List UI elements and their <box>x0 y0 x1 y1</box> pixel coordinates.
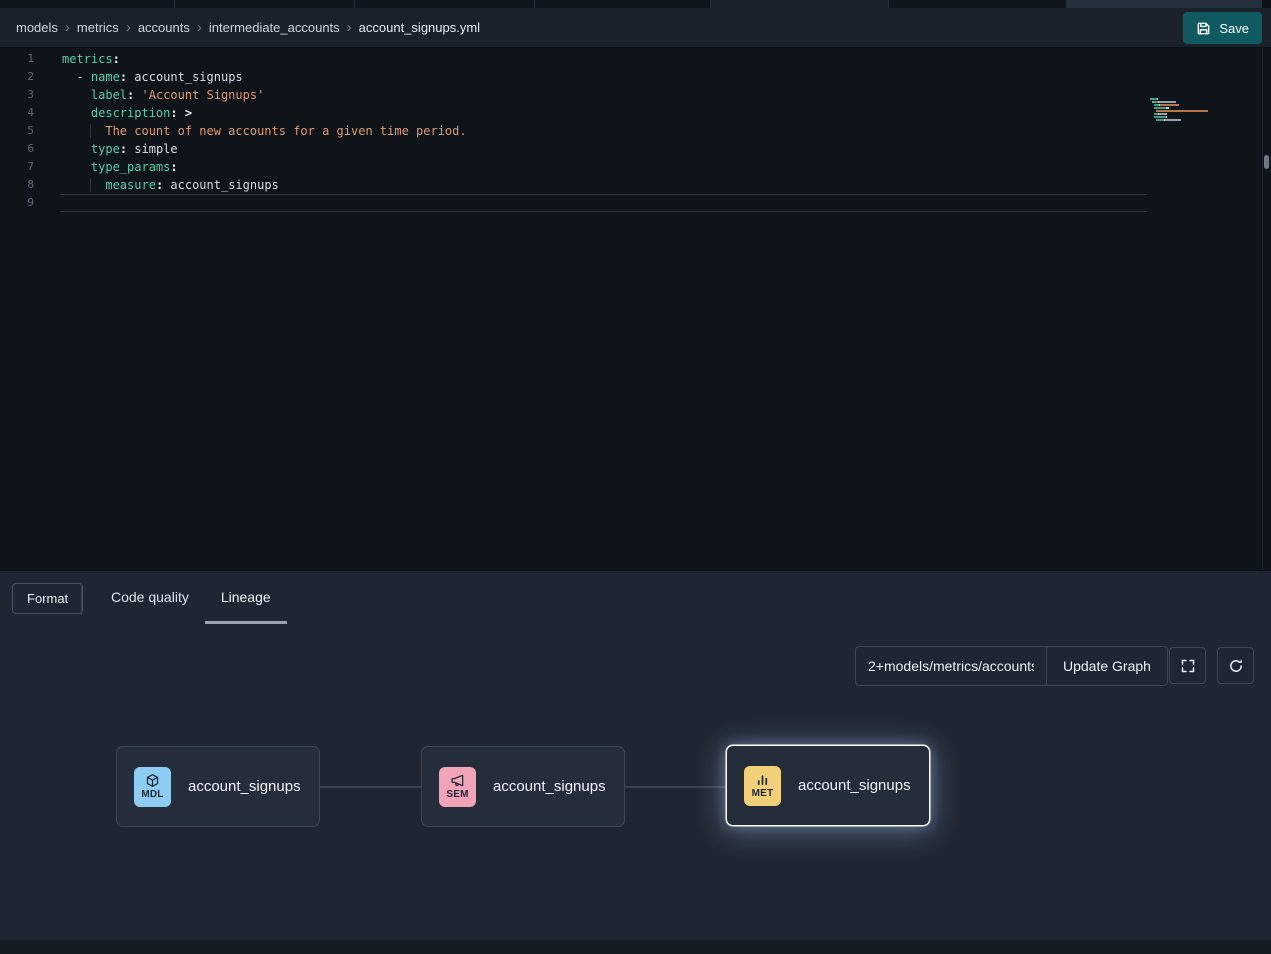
editor-tab[interactable] <box>0 0 175 8</box>
editor-tab[interactable] <box>535 0 711 8</box>
save-button[interactable]: Save <box>1183 12 1262 44</box>
indent-guide <box>90 178 91 192</box>
lineage-edge <box>625 786 726 788</box>
bottom-panel: Format Code quality Lineage Update Graph <box>0 570 1271 954</box>
editor-tab[interactable] <box>889 0 1067 8</box>
line-number: 6 <box>0 140 34 158</box>
breadcrumb-item-intermediate-accounts[interactable]: intermediate_accounts <box>209 20 340 35</box>
lineage-selector-input[interactable] <box>856 647 1046 685</box>
update-graph-button[interactable]: Update Graph <box>1046 647 1167 685</box>
metric-badge: MET <box>744 766 781 806</box>
fullscreen-button[interactable] <box>1169 647 1206 684</box>
lineage-node-metric[interactable]: MET account_signups <box>726 745 930 826</box>
code-editor[interactable]: 1metrics:2 - name: account_signups3 labe… <box>0 48 1271 570</box>
fullscreen-icon <box>1180 658 1196 674</box>
save-icon <box>1196 21 1211 36</box>
save-label: Save <box>1219 21 1249 36</box>
megaphone-icon <box>450 773 465 788</box>
badge-label: SEM <box>446 789 468 800</box>
chevron-right-icon: › <box>197 20 202 35</box>
format-button[interactable]: Format <box>12 583 83 614</box>
code-line[interactable]: 4 description: > <box>0 104 1271 122</box>
badge-label: MET <box>752 788 774 799</box>
panel-divider <box>81 582 82 615</box>
editor-scrollbar[interactable] <box>1262 48 1271 570</box>
cube-icon <box>145 773 160 788</box>
panel-tabs: Code quality Lineage <box>95 571 287 624</box>
tab-lineage[interactable]: Lineage <box>205 571 287 624</box>
code-line[interactable]: 9 <box>0 194 1271 212</box>
lineage-node-semantic-model[interactable]: SEM account_signups <box>421 746 625 827</box>
line-number: 4 <box>0 104 34 122</box>
lineage-node-model[interactable]: MDL account_signups <box>116 746 320 827</box>
tab-code-quality[interactable]: Code quality <box>95 571 205 624</box>
ide-root: models › metrics › accounts › intermedia… <box>0 0 1271 954</box>
editor-tab[interactable] <box>355 0 535 8</box>
line-number: 2 <box>0 68 34 86</box>
line-number: 8 <box>0 176 34 194</box>
lineage-canvas[interactable]: Update Graph <box>0 631 1271 941</box>
node-label: account_signups <box>188 778 301 795</box>
code-line[interactable]: 3 label: 'Account Signups' <box>0 86 1271 104</box>
badge-label: MDL <box>141 789 163 800</box>
node-label: account_signups <box>798 777 911 794</box>
code-line[interactable]: 6 type: simple <box>0 140 1271 158</box>
bar-chart-icon <box>755 772 770 787</box>
refresh-button[interactable] <box>1217 647 1254 684</box>
chevron-right-icon: › <box>347 20 352 35</box>
code-line[interactable]: 8 measure: account_signups <box>0 176 1271 194</box>
lineage-edge <box>320 786 421 788</box>
editor-tabstrip <box>0 0 1271 8</box>
editor-tab[interactable] <box>175 0 355 8</box>
panel-footer <box>0 940 1271 954</box>
refresh-icon <box>1228 658 1244 674</box>
indent-guide <box>90 124 91 138</box>
editor-tab[interactable] <box>1067 0 1262 8</box>
code-line[interactable]: 5 The count of new accounts for a given … <box>0 122 1271 140</box>
node-label: account_signups <box>493 778 606 795</box>
code-line[interactable]: 2 - name: account_signups <box>0 68 1271 86</box>
line-number: 5 <box>0 122 34 140</box>
editor-tab[interactable] <box>711 0 889 8</box>
chevron-right-icon: › <box>126 20 131 35</box>
current-line-highlight <box>60 194 1147 212</box>
breadcrumb-item-accounts[interactable]: accounts <box>138 20 190 35</box>
code-lines: 1metrics:2 - name: account_signups3 labe… <box>0 50 1271 212</box>
minimap[interactable] <box>1150 98 1208 125</box>
tabstrip-spacer <box>1262 0 1271 8</box>
breadcrumb-item-filename[interactable]: account_signups.yml <box>359 20 480 35</box>
chevron-right-icon: › <box>65 20 70 35</box>
lineage-selector-group: Update Graph <box>855 646 1168 686</box>
code-line[interactable]: 1metrics: <box>0 50 1271 68</box>
line-number: 9 <box>0 194 34 212</box>
breadcrumb-item-models[interactable]: models <box>16 20 58 35</box>
line-number: 1 <box>0 50 34 68</box>
breadcrumb-item-metrics[interactable]: metrics <box>77 20 119 35</box>
code-line[interactable]: 7 type_params: <box>0 158 1271 176</box>
file-header: models › metrics › accounts › intermedia… <box>0 8 1271 48</box>
scrollbar-thumb[interactable] <box>1264 155 1269 169</box>
line-number: 7 <box>0 158 34 176</box>
model-badge: MDL <box>134 767 171 807</box>
line-number: 3 <box>0 86 34 104</box>
semantic-model-badge: SEM <box>439 767 476 807</box>
